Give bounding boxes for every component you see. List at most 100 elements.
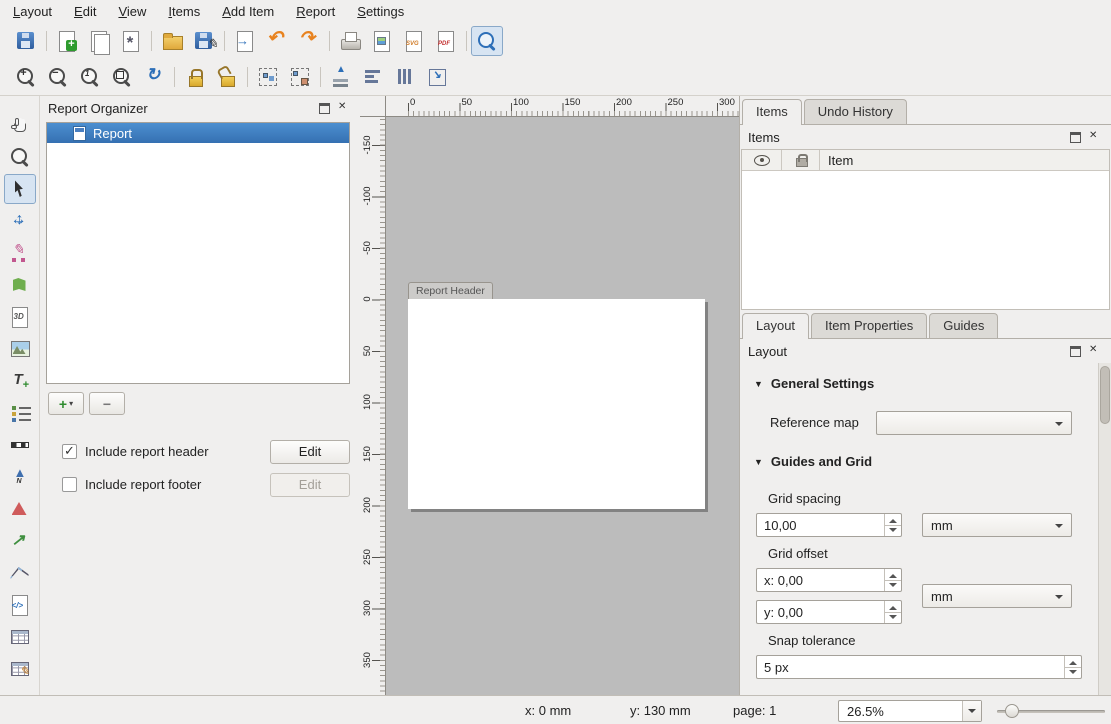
select-move-item-button[interactable] (4, 174, 36, 204)
dock-close-button[interactable] (1088, 131, 1101, 144)
zoom-in-button[interactable] (10, 62, 42, 92)
add-map-button[interactable] (4, 270, 36, 300)
group-items-button[interactable] (252, 62, 284, 92)
add-3d-map-button[interactable] (4, 302, 36, 332)
menu-items[interactable]: Items (157, 2, 211, 21)
report-tree-item[interactable]: Report (47, 123, 349, 143)
resize-items-button[interactable] (421, 62, 453, 92)
guides-and-grid-section-header[interactable]: ▼ Guides and Grid (754, 454, 872, 469)
menu-layout[interactable]: Layout (2, 2, 63, 21)
spin-arrows[interactable] (884, 569, 901, 591)
grid-spacing-unit-combo[interactable]: mm (922, 513, 1072, 537)
zoom-slider[interactable] (997, 703, 1105, 719)
zoom-slider-handle[interactable] (1005, 704, 1019, 718)
dock-float-button[interactable] (1069, 131, 1082, 144)
edit-footer-button[interactable]: Edit (270, 473, 350, 497)
tab-undo-history[interactable]: Undo History (804, 99, 907, 124)
scrollbar-thumb[interactable] (1100, 366, 1110, 424)
menu-view[interactable]: View (107, 2, 157, 21)
tab-guides[interactable]: Guides (929, 313, 998, 338)
raise-items-button[interactable] (325, 62, 357, 92)
open-template-icon (160, 29, 184, 53)
lock-items-button[interactable] (179, 62, 211, 92)
refresh-button[interactable] (138, 62, 170, 92)
reference-map-combo[interactable] (876, 411, 1072, 435)
move-item-content-button[interactable] (4, 206, 36, 236)
include-report-header-checkbox[interactable] (62, 444, 77, 459)
add-legend-button[interactable] (4, 398, 36, 428)
grid-spacing-spinbox[interactable]: 10,00 (756, 513, 902, 537)
add-node-item-button[interactable] (4, 558, 36, 588)
edit-nodes-item-button[interactable] (4, 238, 36, 268)
add-shape-icon (8, 497, 32, 521)
dock-float-button[interactable] (318, 102, 331, 115)
align-items-button[interactable] (357, 62, 389, 92)
add-north-arrow-button[interactable] (4, 462, 36, 492)
spin-arrows[interactable] (884, 601, 901, 623)
remove-section-button[interactable]: − (89, 392, 125, 415)
zoom-combo-arrow[interactable] (962, 701, 981, 721)
save-project-button[interactable] (10, 26, 42, 56)
edit-header-button[interactable]: Edit (270, 440, 350, 464)
print-button[interactable] (334, 26, 366, 56)
include-report-footer-label: Include report footer (85, 477, 262, 492)
cursor-x-readout: x: 0 mm (525, 703, 571, 718)
add-items-from-template-button[interactable] (229, 26, 261, 56)
items-list[interactable] (742, 171, 1109, 309)
grid-offset-y-spinbox[interactable]: y: 0,00 (756, 600, 902, 624)
menu-settings[interactable]: Settings (346, 2, 415, 21)
distribute-items-button[interactable] (389, 62, 421, 92)
grid-offset-unit-combo[interactable]: mm (922, 584, 1072, 608)
tab-layout[interactable]: Layout (742, 313, 809, 339)
layout-panel-scrollbar[interactable] (1098, 363, 1111, 695)
zoom-out-button[interactable] (42, 62, 74, 92)
duplicate-report-button[interactable] (83, 26, 115, 56)
zoom-level-combo[interactable]: 26.5% (838, 700, 982, 722)
save-as-template-button[interactable] (188, 26, 220, 56)
zoom-actual-button[interactable] (74, 62, 106, 92)
export-pdf-button[interactable] (430, 26, 462, 56)
tab-item-properties[interactable]: Item Properties (811, 313, 927, 338)
dock-close-button[interactable] (337, 102, 350, 115)
include-report-footer-checkbox[interactable] (62, 477, 77, 492)
report-page[interactable] (408, 299, 705, 509)
open-template-button[interactable] (156, 26, 188, 56)
ungroup-items-button[interactable] (284, 62, 316, 92)
pan-button[interactable] (4, 110, 36, 140)
unlock-items-button[interactable] (211, 62, 243, 92)
tab-items[interactable]: Items (742, 99, 802, 125)
zoom-button[interactable] (4, 142, 36, 172)
h-ruler-label: 50 (462, 97, 473, 108)
menu-edit[interactable]: Edit (63, 2, 107, 21)
menu-add-item[interactable]: Add Item (211, 2, 285, 21)
spin-arrows[interactable] (884, 514, 901, 536)
spin-arrows[interactable] (1064, 656, 1081, 678)
redo-button[interactable] (293, 26, 325, 56)
add-picture-button[interactable] (4, 334, 36, 364)
general-settings-section-header[interactable]: ▼ General Settings (754, 376, 874, 391)
preview-button[interactable] (471, 26, 503, 56)
report-header-option-row: Include report header Edit (62, 439, 350, 464)
add-section-button[interactable]: + ▾ (48, 392, 84, 415)
undo-button[interactable] (261, 26, 293, 56)
undo-icon (265, 29, 289, 53)
add-scalebar-button[interactable] (4, 430, 36, 460)
toolbar-separator (170, 64, 179, 90)
add-shape-button[interactable] (4, 494, 36, 524)
snap-tolerance-spinbox[interactable]: 5 px (756, 655, 1082, 679)
add-attribute-table-button[interactable] (4, 622, 36, 652)
dock-close-button[interactable] (1088, 345, 1101, 358)
layout-canvas[interactable]: Report Header (386, 117, 739, 695)
layout-manager-button[interactable] (115, 26, 147, 56)
add-arrow-button[interactable] (4, 526, 36, 556)
menu-report[interactable]: Report (285, 2, 346, 21)
add-fixed-table-button[interactable] (4, 654, 36, 684)
export-image-button[interactable] (366, 26, 398, 56)
grid-offset-x-spinbox[interactable]: x: 0,00 (756, 568, 902, 592)
zoom-full-button[interactable] (106, 62, 138, 92)
new-report-button[interactable] (51, 26, 83, 56)
dock-float-button[interactable] (1069, 345, 1082, 358)
export-svg-button[interactable] (398, 26, 430, 56)
add-label-button[interactable] (4, 366, 36, 396)
add-html-button[interactable] (4, 590, 36, 620)
